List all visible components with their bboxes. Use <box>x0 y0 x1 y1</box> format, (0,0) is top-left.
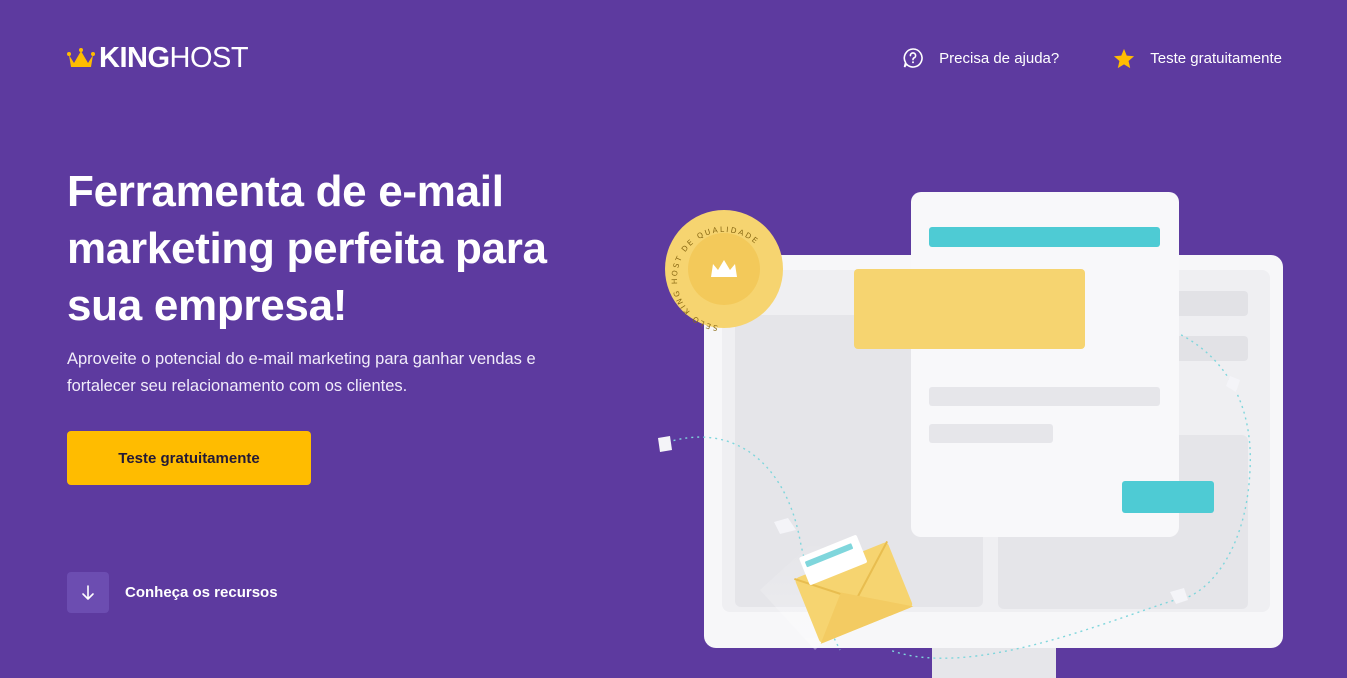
yellow-content-block <box>854 269 1085 349</box>
hero-subtitle: Aproveite o potencial do e-mail marketin… <box>67 350 536 395</box>
help-label: Precisa de ajuda? <box>939 49 1060 67</box>
hero-illustration: SELO KING HOST DE QUALIDADE <box>640 180 1347 678</box>
monitor-stand <box>932 648 1056 678</box>
trial-cta-button[interactable]: Teste gratuitamente <box>67 431 311 485</box>
nav-trial-link[interactable]: Teste gratuitamente <box>1113 48 1282 69</box>
help-link[interactable]: Precisa de ajuda? <box>902 47 1059 69</box>
top-nav: Precisa de ajuda? Teste gratuitamente <box>902 47 1282 69</box>
resources-link[interactable]: Conheça os recursos <box>67 572 278 613</box>
paper-bit-1 <box>658 436 672 452</box>
kinghost-logo[interactable]: KINGHOST <box>67 42 249 74</box>
nav-trial-label: Teste gratuitamente <box>1150 49 1282 67</box>
card-gray-line-2 <box>929 424 1053 443</box>
email-marketing-illustration: SELO KING HOST DE QUALIDADE <box>658 192 1283 678</box>
resources-label: Conheça os recursos <box>125 584 278 601</box>
arrow-down-icon <box>82 584 94 600</box>
crown-icon <box>67 47 95 67</box>
card-teal-bar <box>929 227 1160 247</box>
hero-title: Ferramenta de e-mail marketing perfeita … <box>67 167 547 330</box>
question-bubble-icon <box>903 48 923 68</box>
logo-text: KINGHOST <box>99 42 249 74</box>
screen-bar-2 <box>1170 336 1248 361</box>
card-gray-line-1 <box>929 387 1160 406</box>
card-teal-button <box>1122 481 1214 513</box>
resources-arrow-button[interactable] <box>67 572 109 613</box>
screen-bar-1 <box>1170 291 1248 316</box>
star-icon <box>1114 48 1135 68</box>
